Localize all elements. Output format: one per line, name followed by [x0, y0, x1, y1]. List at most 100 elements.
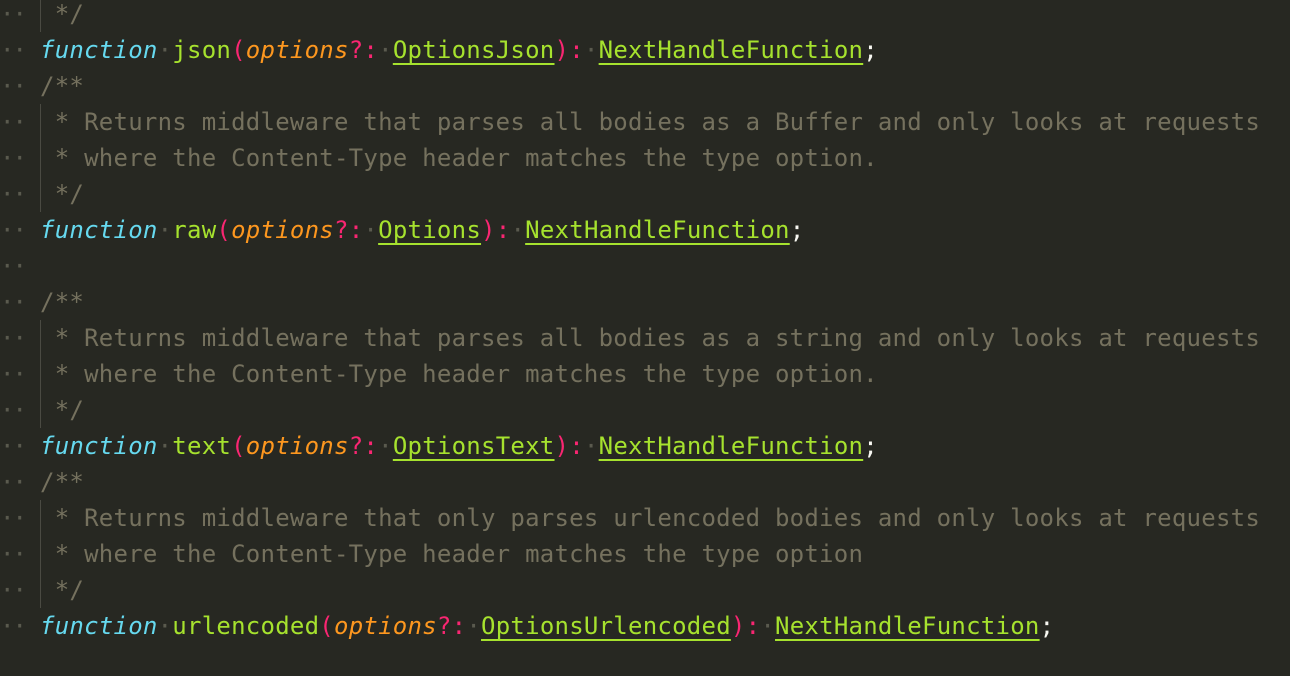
doc-comment: */ [40, 180, 85, 208]
parameter-name: options [231, 216, 335, 244]
optional-marker: ? [348, 432, 364, 460]
whitespace-marker: · [157, 612, 173, 640]
whitespace-marker: · [157, 432, 173, 460]
code-line[interactable]: ·· * Returns middleware that only parses… [0, 500, 1290, 536]
code-line[interactable]: ·· * Returns middleware that parses all … [0, 320, 1290, 356]
return-type: NextHandleFunction [525, 216, 790, 244]
doc-comment: */ [40, 396, 85, 424]
doc-comment: /** [40, 288, 85, 316]
parameter-type: OptionsText [392, 432, 555, 460]
indent-whitespace-marker: ·· [0, 504, 27, 532]
whitespace-marker: · [760, 612, 776, 640]
code-line[interactable]: ·· */ [0, 392, 1290, 428]
indent-whitespace-marker: ·· [0, 36, 27, 64]
parameter-type: OptionsJson [392, 36, 555, 64]
code-line[interactable]: ·· */ [0, 0, 1290, 32]
parameter-type: OptionsUrlencoded [481, 612, 731, 640]
parameter-name: options [245, 36, 349, 64]
open-paren: ( [231, 36, 246, 64]
code-editor[interactable]: ·· */·· function·json(options?:·OptionsJs… [0, 0, 1290, 644]
optional-marker: ? [334, 216, 349, 244]
return-colon: : [745, 612, 761, 640]
indent-whitespace-marker: ·· [0, 144, 27, 172]
return-colon: : [569, 432, 584, 460]
code-line[interactable]: ·· * where the Content-Type header match… [0, 536, 1290, 572]
doc-comment: * Returns middleware that only parses ur… [40, 504, 1261, 532]
code-line[interactable]: ·· /** [0, 68, 1290, 104]
code-line[interactable]: ·· /** [0, 284, 1290, 320]
doc-comment: * where the Content-Type header matches … [40, 540, 864, 568]
keyword-function: function [40, 36, 158, 64]
code-line[interactable]: ·· [0, 248, 1290, 284]
doc-comment: * where the Content-Type header matches … [40, 360, 878, 388]
open-paren: ( [319, 612, 334, 640]
return-type: NextHandleFunction [775, 612, 1040, 640]
indent-whitespace-marker: ·· [0, 288, 27, 316]
doc-comment: /** [40, 468, 85, 496]
indent-whitespace-marker: ·· [0, 360, 27, 388]
code-line[interactable]: ·· function·json(options?:·OptionsJson):·… [0, 32, 1290, 68]
indent-whitespace-marker: ·· [0, 432, 27, 460]
optional-marker: ? [348, 36, 364, 64]
return-colon: : [569, 36, 584, 64]
parameter-name: options [245, 432, 349, 460]
close-paren: ) [730, 612, 746, 640]
code-content: */ [40, 176, 84, 212]
code-line[interactable]: ·· */ [0, 176, 1290, 212]
optional-marker: ? [436, 612, 452, 640]
code-content: function·text(options?:·OptionsText):·Ne… [40, 428, 878, 464]
whitespace-marker: · [378, 36, 393, 64]
doc-comment: * Returns middleware that parses all bod… [40, 324, 1261, 352]
open-paren: ( [231, 432, 246, 460]
keyword-function: function [40, 612, 158, 640]
statement-terminator: ; [1039, 612, 1055, 640]
code-line[interactable]: ·· function·urlencoded(options?:·OptionsU… [0, 608, 1290, 644]
whitespace-marker: · [157, 216, 173, 244]
code-line[interactable]: ·· /** [0, 464, 1290, 500]
code-content: /** [40, 464, 84, 500]
indent-whitespace-marker: ·· [0, 108, 27, 136]
whitespace-marker: · [363, 216, 379, 244]
indent-whitespace-marker: ·· [0, 0, 27, 28]
code-line[interactable]: ·· * where the Content-Type header match… [0, 140, 1290, 176]
whitespace-marker: · [583, 432, 599, 460]
close-paren: ) [554, 432, 570, 460]
doc-comment: */ [40, 0, 85, 28]
keyword-function: function [40, 432, 158, 460]
doc-comment: /** [40, 72, 85, 100]
code-line[interactable]: ·· * Returns middleware that parses all … [0, 104, 1290, 140]
code-content: * where the Content-Type header matches … [40, 356, 878, 392]
doc-comment: * where the Content-Type header matches … [40, 144, 878, 172]
code-line[interactable]: ·· function·raw(options?:·Options):·NextH… [0, 212, 1290, 248]
indent-whitespace-marker: ·· [0, 324, 27, 352]
code-line[interactable]: ·· * where the Content-Type header match… [0, 356, 1290, 392]
param-colon: : [451, 612, 467, 640]
statement-terminator: ; [863, 432, 878, 460]
function-name: json [172, 36, 232, 64]
param-colon: : [348, 216, 364, 244]
param-colon: : [363, 36, 379, 64]
return-colon: : [495, 216, 511, 244]
code-line[interactable]: ·· */ [0, 572, 1290, 608]
indent-whitespace-marker: ·· [0, 72, 27, 100]
statement-terminator: ; [863, 36, 878, 64]
param-colon: : [363, 432, 379, 460]
code-content: */ [40, 392, 84, 428]
code-content: function·json(options?:·OptionsJson):·Ne… [40, 32, 878, 68]
whitespace-marker: · [378, 432, 393, 460]
code-line[interactable]: ·· function·text(options?:·OptionsText):·… [0, 428, 1290, 464]
return-type: NextHandleFunction [598, 36, 864, 64]
indent-whitespace-marker: ·· [0, 468, 27, 496]
close-paren: ) [481, 216, 496, 244]
parameter-type: Options [378, 216, 482, 244]
code-content: */ [40, 0, 84, 32]
statement-terminator: ; [789, 216, 805, 244]
whitespace-marker: · [157, 36, 173, 64]
code-content: /** [40, 284, 84, 320]
indent-whitespace-marker: ·· [0, 216, 27, 244]
indent-whitespace-marker: ·· [0, 396, 27, 424]
indent-whitespace-marker: ·· [0, 180, 27, 208]
indent-whitespace-marker: ·· [0, 540, 27, 568]
function-name: urlencoded [172, 612, 320, 640]
indent-whitespace-marker: ·· [0, 612, 27, 640]
